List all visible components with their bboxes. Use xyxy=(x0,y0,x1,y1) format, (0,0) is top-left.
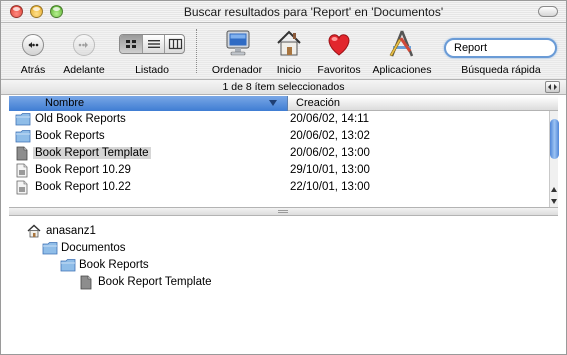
column-headers: Nombre Creación xyxy=(9,96,558,111)
path-item-label: Documentos xyxy=(61,242,126,254)
result-date: 20/06/02, 14:11 xyxy=(290,113,370,125)
result-date: 20/06/02, 13:00 xyxy=(290,147,370,159)
computer-button[interactable]: Ordenador xyxy=(207,23,267,79)
scroll-down-icon[interactable] xyxy=(551,199,557,204)
document-icon xyxy=(16,163,28,178)
finder-window: Buscar resultados para 'Report' en 'Docu… xyxy=(0,0,567,355)
result-date: 22/10/01, 13:00 xyxy=(290,181,370,193)
result-name: Book Reports xyxy=(35,130,105,142)
document-icon xyxy=(16,180,28,195)
selection-status: 1 de 8 ítem seleccionados xyxy=(222,81,345,93)
search-label: Búsqueda rápida xyxy=(461,64,541,76)
status-bar: 1 de 8 ítem seleccionados xyxy=(1,79,566,95)
toolbar: Atrás Adelante Listado Ordenador Inicio … xyxy=(1,23,566,79)
home-label: Inicio xyxy=(276,64,302,76)
date-column-header[interactable]: Creación xyxy=(288,96,558,111)
toolbar-toggle-button[interactable] xyxy=(538,6,558,17)
title-bar[interactable]: Buscar resultados para 'Report' en 'Docu… xyxy=(1,1,566,23)
path-item-label: Book Reports xyxy=(79,259,149,271)
table-row[interactable]: Book Report 10.29 29/10/01, 13:00 xyxy=(9,162,549,179)
folder-icon xyxy=(60,259,76,272)
back-button[interactable]: Atrás xyxy=(15,23,51,79)
computer-monitor-icon xyxy=(226,30,250,56)
view-label: Listado xyxy=(135,64,169,76)
forward-button[interactable]: Adelante xyxy=(57,23,111,79)
applications-label: Aplicaciones xyxy=(372,64,432,76)
result-name: Book Report 10.22 xyxy=(35,181,131,193)
table-row[interactable]: Book Report 10.22 22/10/01, 13:00 xyxy=(9,179,549,196)
name-column-header[interactable]: Nombre xyxy=(9,96,288,111)
favorites-button[interactable]: Favoritos xyxy=(311,23,367,79)
applications-button[interactable]: Aplicaciones xyxy=(367,23,437,79)
name-column-label: Nombre xyxy=(45,97,85,109)
template-document-icon xyxy=(80,275,92,290)
close-window-button[interactable] xyxy=(10,5,23,18)
zoom-window-button[interactable] xyxy=(50,5,63,18)
folder-icon xyxy=(15,113,31,126)
path-item-label: Book Report Template xyxy=(98,276,212,288)
applications-icon xyxy=(389,30,414,57)
splitter-grip-icon[interactable] xyxy=(278,210,288,213)
back-arrow-icon xyxy=(22,34,44,56)
home-button[interactable]: Inicio xyxy=(269,23,309,79)
home-icon xyxy=(277,30,301,56)
results-list[interactable]: Old Book Reports 20/06/02, 14:11 Book Re… xyxy=(9,111,549,207)
minimize-window-button[interactable] xyxy=(30,5,43,18)
toolbar-separator xyxy=(196,29,197,73)
window-title: Buscar resultados para 'Report' en 'Docu… xyxy=(183,5,444,19)
favorites-label: Favoritos xyxy=(317,64,361,76)
results-scrollbar[interactable] xyxy=(549,111,559,212)
scroll-up-icon[interactable] xyxy=(551,187,557,192)
table-row[interactable]: Book Reports 20/06/02, 13:02 xyxy=(9,128,549,145)
table-row-selected[interactable]: Book Report Template 20/06/02, 13:00 xyxy=(9,145,549,162)
folder-icon xyxy=(42,242,58,255)
result-name: Book Report Template xyxy=(33,147,151,159)
result-date: 20/06/02, 13:02 xyxy=(290,130,370,142)
scrollbar-thumb[interactable] xyxy=(550,119,559,159)
path-item-label: anasanz1 xyxy=(46,225,96,237)
search-label-wrap: Búsqueda rápida xyxy=(449,23,553,79)
expand-search-button[interactable] xyxy=(545,81,560,93)
view-label-wrap: Listado xyxy=(119,23,185,79)
folder-icon xyxy=(15,130,31,143)
favorites-heart-icon xyxy=(328,34,350,56)
sort-descending-icon xyxy=(269,100,277,106)
back-label: Atrás xyxy=(20,64,46,76)
pane-splitter[interactable] xyxy=(9,207,558,216)
result-date: 29/10/01, 13:00 xyxy=(290,164,370,176)
result-name: Book Report 10.29 xyxy=(35,164,131,176)
result-name: Old Book Reports xyxy=(35,113,126,125)
home-icon xyxy=(27,224,41,238)
forward-arrow-icon xyxy=(73,34,95,56)
date-column-label: Creación xyxy=(296,97,341,109)
computer-label: Ordenador xyxy=(211,64,263,76)
path-pane: anasanz1 Documentos Book Reports Book Re… xyxy=(9,217,558,345)
table-row[interactable]: Old Book Reports 20/06/02, 14:11 xyxy=(9,111,549,128)
resize-arrows-icon xyxy=(548,84,557,90)
template-document-icon xyxy=(16,146,28,161)
forward-label: Adelante xyxy=(63,64,105,76)
